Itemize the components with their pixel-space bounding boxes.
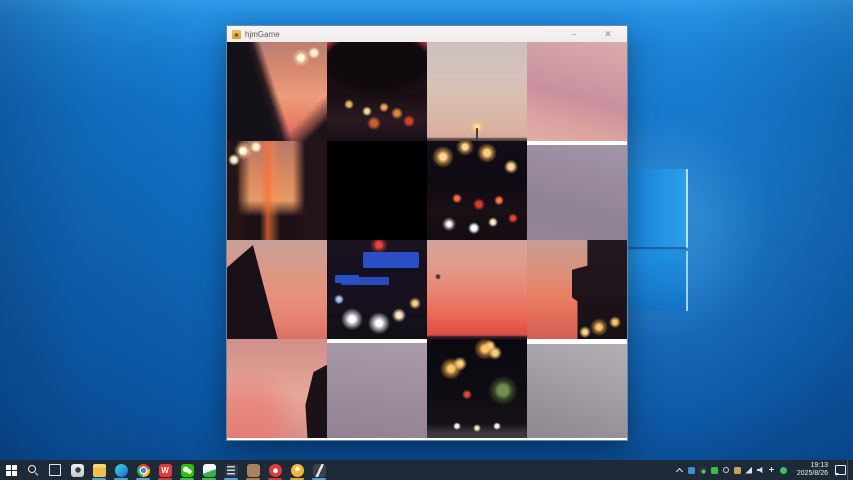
- notes-app-icon: [203, 464, 216, 477]
- wallpaper-window-logo-pane-top: [627, 169, 688, 249]
- puzzle-tile-5[interactable]: [227, 141, 327, 240]
- system-tray: [675, 460, 791, 480]
- taskbar-clock[interactable]: 19:13 2025/8/26: [797, 462, 828, 478]
- puzzle-tile-16[interactable]: [527, 344, 627, 438]
- taskbar-app-wps[interactable]: W: [154, 460, 176, 480]
- taskbar-app-capture-app[interactable]: [66, 460, 88, 480]
- task-view-icon: [49, 464, 61, 476]
- puzzle-tile-8[interactable]: [527, 145, 627, 240]
- puzzle-tile-13[interactable]: [227, 339, 327, 438]
- capture-app-icon: [71, 464, 84, 477]
- minimize-button[interactable]: –: [557, 26, 591, 42]
- taskbar-app-dev-app[interactable]: [308, 460, 330, 480]
- taskbar-app-brown-app[interactable]: [242, 460, 264, 480]
- tray-ring-icon: [723, 467, 730, 474]
- tray-item-tray-storage[interactable]: [733, 460, 742, 480]
- tray-item-tray-ring[interactable]: [721, 460, 730, 480]
- window-title: hjmGame: [245, 30, 557, 39]
- puzzle-tile-14[interactable]: [327, 343, 427, 438]
- taskbar-app-notes-app[interactable]: [198, 460, 220, 480]
- puzzle-tile-15[interactable]: [427, 339, 527, 438]
- wallpaper-window-logo-pane-bottom: [627, 251, 688, 311]
- clock-date: 2025/8/26: [797, 470, 828, 478]
- wps-icon: W: [159, 464, 172, 477]
- file-explorer-icon: [93, 464, 106, 477]
- puzzle-tile-6-empty[interactable]: [327, 141, 427, 240]
- taskbar: W 19:13 2025/8/26: [0, 460, 853, 480]
- taskbar-app-calculator-app[interactable]: [220, 460, 242, 480]
- tray-item-volume[interactable]: [756, 460, 765, 480]
- tray-status-icon: [780, 467, 787, 474]
- puzzle-tile-1[interactable]: [227, 42, 327, 141]
- search-button[interactable]: [22, 460, 44, 480]
- taskbar-app-chrome[interactable]: [132, 460, 154, 480]
- tray-wechat-icon: [711, 467, 718, 474]
- clock-time: 19:13: [797, 462, 828, 470]
- tray-item-input-indicator[interactable]: [767, 460, 776, 480]
- puzzle-tile-2[interactable]: [327, 42, 427, 141]
- tray-app-blue-icon: [688, 467, 695, 474]
- window-app-icon: [232, 30, 241, 39]
- tray-item-tray-wechat[interactable]: [710, 460, 719, 480]
- action-center-icon: [835, 465, 846, 475]
- title-bar[interactable]: hjmGame – ✕: [227, 26, 627, 42]
- game-window: hjmGame – ✕: [226, 25, 628, 441]
- taskbar-app-yellow-app[interactable]: [286, 460, 308, 480]
- start-button[interactable]: [0, 460, 22, 480]
- windows-logo-icon: [6, 465, 17, 476]
- task-view-button[interactable]: [44, 460, 66, 480]
- edge-icon: [115, 464, 128, 477]
- calculator-app-icon: [225, 464, 238, 477]
- chrome-icon: [137, 464, 150, 477]
- tray-item-network[interactable]: [744, 460, 753, 480]
- network-icon: [745, 467, 752, 474]
- search-icon: [27, 464, 39, 476]
- tray-item-tray-app-blue[interactable]: [687, 460, 696, 480]
- tray-item-tray-status[interactable]: [779, 460, 788, 480]
- tray-storage-icon: [734, 467, 741, 474]
- action-center-button[interactable]: [833, 460, 847, 480]
- puzzle-tile-4[interactable]: [527, 42, 627, 141]
- puzzle-tile-9[interactable]: [227, 240, 327, 339]
- tray-item-tray-security[interactable]: [698, 460, 707, 480]
- tray-expand-icon: [676, 467, 683, 474]
- music-app-icon: [269, 464, 282, 477]
- yellow-app-icon: [291, 464, 304, 477]
- dev-app-icon: [313, 464, 326, 477]
- taskbar-app-music-app[interactable]: [264, 460, 286, 480]
- input-indicator-icon: [768, 467, 775, 474]
- puzzle-tile-3[interactable]: [427, 42, 527, 141]
- close-button[interactable]: ✕: [591, 26, 625, 42]
- puzzle-tile-10[interactable]: [327, 240, 427, 339]
- show-desktop-button[interactable]: [847, 460, 853, 480]
- brown-app-icon: [247, 464, 260, 477]
- puzzle-tile-12[interactable]: [527, 240, 627, 339]
- wechat-icon: [181, 464, 194, 477]
- taskbar-app-file-explorer[interactable]: [88, 460, 110, 480]
- puzzle-tile-11[interactable]: [427, 240, 527, 339]
- puzzle-tile-7[interactable]: [427, 141, 527, 240]
- taskbar-apps: W: [66, 460, 330, 480]
- taskbar-app-edge[interactable]: [110, 460, 132, 480]
- tray-security-icon: [699, 467, 706, 474]
- volume-icon: [757, 467, 764, 474]
- puzzle-grid: [227, 42, 627, 438]
- taskbar-app-wechat[interactable]: [176, 460, 198, 480]
- tray-item-tray-expand[interactable]: [675, 460, 684, 480]
